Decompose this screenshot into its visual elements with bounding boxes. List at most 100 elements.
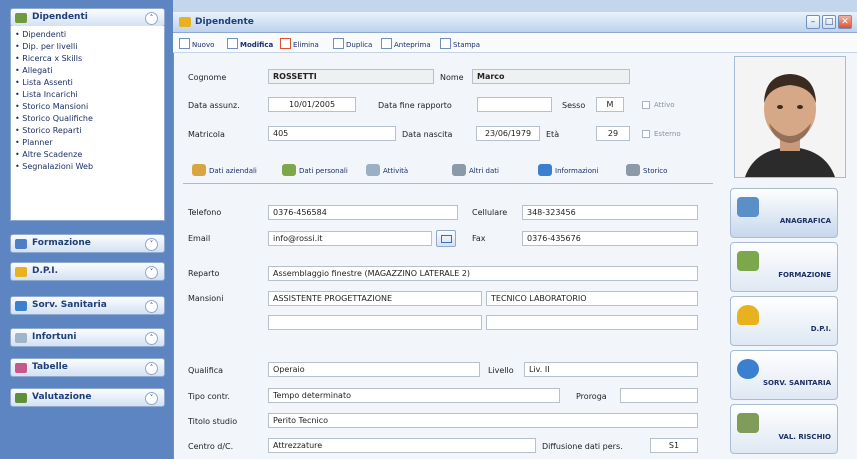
expand-icon[interactable]: ˄ — [145, 300, 158, 313]
centro-dc-field[interactable]: Attrezzature — [268, 438, 536, 453]
mansione-field-4[interactable] — [486, 315, 698, 330]
sidebar-item-allegati[interactable]: • Allegati — [15, 66, 52, 75]
sidebar-item-lista-incarichi[interactable]: • Lista Incarichi — [15, 90, 78, 99]
tab-altri-dati[interactable]: Altri dati — [452, 164, 499, 176]
employee-photo — [734, 56, 846, 178]
titolo-studio-field[interactable]: Perito Tecnico — [268, 413, 698, 428]
collapse-icon[interactable]: ˄ — [145, 12, 158, 25]
people-icon — [15, 13, 27, 23]
panel-valutazione[interactable]: Valutazione ˅ — [10, 388, 165, 407]
anagrafica-button[interactable]: ANAGRAFICA — [730, 188, 838, 238]
handshake-icon — [737, 413, 759, 433]
panel-tabelle[interactable]: Tabelle ˄ — [10, 358, 165, 377]
panel-sorv-sanitaria[interactable]: Sorv. Sanitaria ˄ — [10, 296, 165, 315]
tab-storico[interactable]: Storico — [626, 164, 667, 176]
esterno-checkbox[interactable] — [642, 130, 650, 138]
panel-dpi[interactable]: D.P.I. ˅ — [10, 262, 165, 281]
qualifica-label: Qualifica — [188, 366, 224, 375]
diffusione-field[interactable]: S1 — [650, 438, 698, 453]
elimina-button[interactable]: Elimina — [280, 38, 319, 49]
medical-icon — [15, 301, 27, 311]
sesso-field[interactable]: M — [596, 97, 624, 112]
val-rischio-button[interactable]: VAL. RISCHIO — [730, 404, 838, 454]
close-button[interactable]: ✕ — [838, 15, 852, 29]
dipendenti-list: • Dipendenti • Dip. per livelli • Ricerc… — [10, 26, 165, 221]
expand-icon[interactable]: ˅ — [145, 238, 158, 251]
cellulare-field[interactable]: 348-323456 — [522, 205, 698, 220]
tab-dati-aziendali[interactable]: Dati aziendali — [192, 164, 257, 176]
mail-icon — [441, 235, 452, 243]
panel-dipendenti-header[interactable]: Dipendenti ˄ — [10, 8, 165, 27]
tipo-contr-field[interactable]: Tempo determinato — [268, 388, 560, 403]
attivo-checkbox[interactable] — [642, 101, 650, 109]
eta-label: Età — [546, 130, 560, 139]
new-icon — [179, 38, 190, 49]
panel-infortuni[interactable]: Infortuni ˄ — [10, 328, 165, 347]
mansione-field-1[interactable]: ASSISTENTE PROGETTAZIONE — [268, 291, 482, 306]
diffusione-label: Diffusione dati pers. — [542, 442, 623, 451]
data-nascita-field[interactable]: 23/06/1979 — [476, 126, 540, 141]
matricola-field[interactable]: 405 — [268, 126, 396, 141]
print-icon — [440, 38, 451, 49]
modifica-button[interactable]: Modifica — [227, 38, 273, 49]
sesso-label: Sesso — [562, 101, 586, 110]
livello-field[interactable]: Liv. II — [524, 362, 698, 377]
duplica-button[interactable]: Duplica — [333, 38, 372, 49]
data-assunz-label: Data assunz. — [188, 101, 240, 110]
sidebar-item-dip-livelli[interactable]: • Dip. per livelli — [15, 42, 77, 51]
tab-dati-personali[interactable]: Dati personali — [282, 164, 348, 176]
panel-formazione[interactable]: Formazione ˅ — [10, 234, 165, 253]
qualifica-field[interactable]: Operaio — [268, 362, 480, 377]
sidebar-item-storico-qualifiche[interactable]: • Storico Qualifiche — [15, 114, 93, 123]
briefcase-icon — [192, 164, 206, 176]
anteprima-button[interactable]: Anteprima — [381, 38, 431, 49]
sidebar-item-lista-assenti[interactable]: • Lista Assenti — [15, 78, 73, 87]
expand-icon[interactable]: ˄ — [145, 362, 158, 375]
proroga-field[interactable] — [620, 388, 698, 403]
nuovo-button[interactable]: Nuovo — [179, 38, 214, 49]
info-icon — [538, 164, 552, 176]
reparto-field[interactable]: Assemblaggio finestre (MAGAZZINO LATERAL… — [268, 266, 698, 281]
tab-informazioni[interactable]: Informazioni — [538, 164, 598, 176]
titolo-studio-label: Titolo studio — [188, 417, 238, 426]
minimize-button[interactable]: – — [806, 15, 820, 29]
mansione-field-2[interactable]: TECNICO LABORATORIO — [486, 291, 698, 306]
send-email-button[interactable] — [436, 230, 456, 247]
data-fine-field[interactable] — [477, 97, 552, 112]
sorv-sanitaria-button[interactable]: SORV. SANITARIA — [730, 350, 838, 400]
sidebar-item-segnalazioni-web[interactable]: • Segnalazioni Web — [15, 162, 93, 171]
mansione-field-3[interactable] — [268, 315, 482, 330]
history-icon — [626, 164, 640, 176]
injury-icon — [15, 333, 27, 343]
sidebar-item-dipendenti[interactable]: • Dipendenti — [15, 30, 66, 39]
expand-icon[interactable]: ˅ — [145, 266, 158, 279]
expand-icon[interactable]: ˄ — [145, 332, 158, 345]
expand-icon[interactable]: ˅ — [145, 392, 158, 405]
sidebar-item-altre-scadenze[interactable]: • Altre Scadenze — [15, 150, 82, 159]
training-icon — [737, 251, 759, 271]
stampa-button[interactable]: Stampa — [440, 38, 480, 49]
reparto-label: Reparto — [188, 269, 220, 278]
formazione-button[interactable]: FORMAZIONE — [730, 242, 838, 292]
nome-field[interactable]: Marco — [472, 69, 630, 84]
maximize-button[interactable]: □ — [822, 15, 836, 29]
email-field[interactable]: info@rossi.it — [268, 231, 432, 246]
dpi-button[interactable]: D.P.I. — [730, 296, 838, 346]
tab-attivita[interactable]: Attività — [366, 164, 408, 176]
duplicate-icon — [333, 38, 344, 49]
cognome-field[interactable]: ROSSETTI — [268, 69, 434, 84]
telefono-field[interactable]: 0376-456584 — [268, 205, 458, 220]
fax-field[interactable]: 0376-435676 — [522, 231, 698, 246]
sidebar-item-storico-mansioni[interactable]: • Storico Mansioni — [15, 102, 88, 111]
sidebar-item-ricerca-skills[interactable]: • Ricerca x Skills — [15, 54, 82, 63]
sidebar-item-storico-reparti[interactable]: • Storico Reparti — [15, 126, 81, 135]
livello-label: Livello — [488, 366, 514, 375]
document-icon — [452, 164, 466, 176]
data-nascita-label: Data nascita — [402, 130, 453, 139]
eta-field[interactable]: 29 — [596, 126, 630, 141]
sidebar-item-planner[interactable]: • Planner — [15, 138, 53, 147]
checkmark-icon — [15, 393, 27, 403]
data-assunz-field[interactable]: 10/01/2005 — [268, 97, 356, 112]
delete-icon — [280, 38, 291, 49]
mansioni-label: Mansioni — [188, 294, 224, 303]
